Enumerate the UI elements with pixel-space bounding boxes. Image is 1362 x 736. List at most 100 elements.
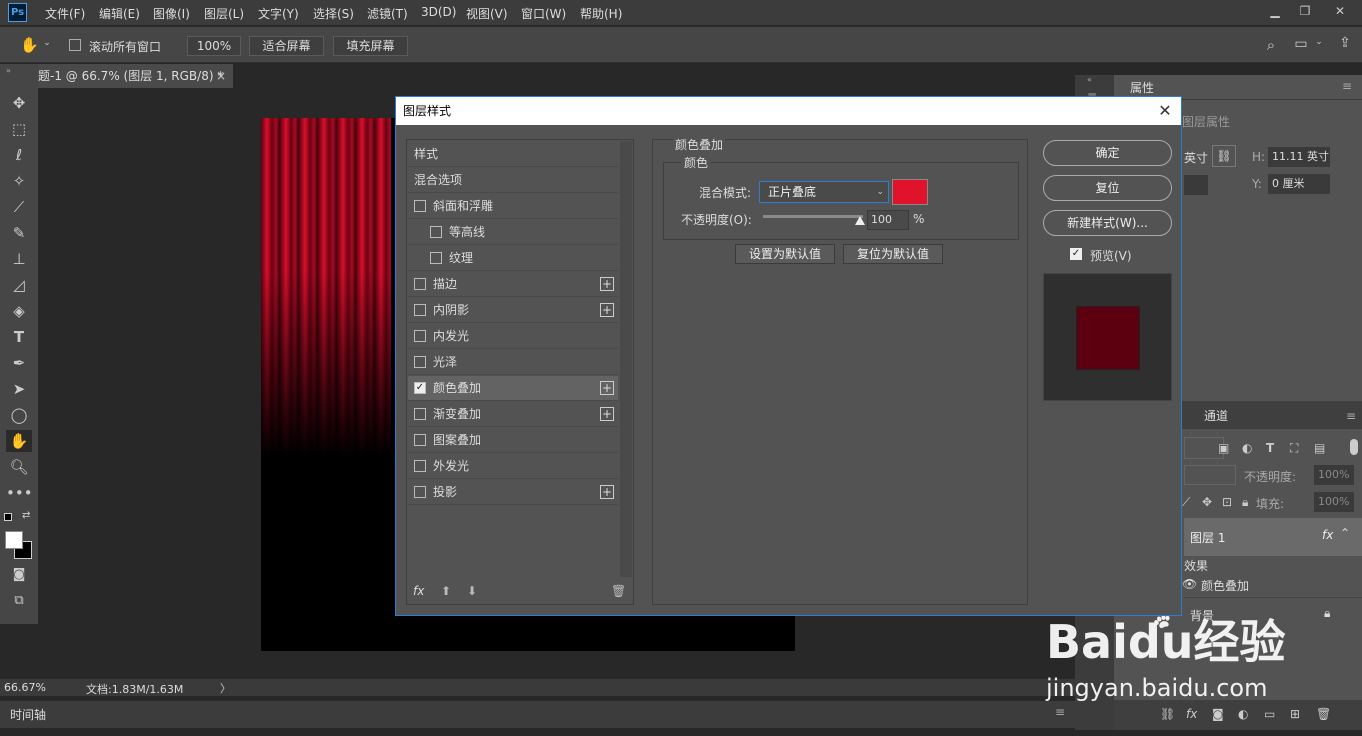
expand-effects-icon[interactable]: ⌃ — [1340, 526, 1350, 540]
menu-image[interactable]: 图像(I) — [153, 5, 190, 22]
style-checkbox[interactable] — [414, 486, 426, 498]
filter-shape-icon[interactable]: ⛶ — [1290, 441, 1298, 456]
style-item[interactable]: 纹理 — [408, 246, 618, 271]
workspace-chevron-icon[interactable]: ⌄ — [1314, 37, 1324, 47]
style-checkbox[interactable] — [414, 304, 426, 316]
foreground-color-swatch[interactable] — [5, 531, 23, 549]
quick-mask-icon[interactable]: ◙ — [6, 564, 32, 586]
style-item[interactable]: 等高线 — [408, 220, 618, 245]
blend-mode-select[interactable] — [1184, 465, 1236, 485]
style-checkbox[interactable] — [414, 330, 426, 342]
magic-wand-tool-icon[interactable]: ✧ — [6, 170, 32, 192]
fill-screen-button[interactable]: 填充屏幕 — [333, 36, 408, 56]
lock-all-icon[interactable]: 🔒︎ — [1242, 495, 1248, 510]
filter-pixel-icon[interactable]: ▣ — [1218, 441, 1229, 455]
minimize-icon[interactable]: ▁ — [1260, 0, 1290, 22]
filter-smart-icon[interactable]: ▤ — [1314, 441, 1325, 455]
link-dimensions-icon[interactable]: ⛓ — [1212, 145, 1236, 167]
path-select-tool-icon[interactable]: ➤ — [6, 378, 32, 400]
style-checkbox[interactable] — [430, 226, 442, 238]
screen-mode-icon[interactable]: ⧉ — [6, 590, 32, 612]
zoom-tool-icon[interactable]: 🔍︎ — [6, 456, 32, 478]
add-effect-plus-icon[interactable]: + — [600, 381, 614, 395]
effect-visibility-icon[interactable]: 👁︎ — [1182, 577, 1197, 591]
delete-layer-icon[interactable]: 🗑︎ — [1316, 707, 1331, 721]
add-effect-plus-icon[interactable]: + — [600, 407, 614, 421]
more-tools-icon[interactable]: ••• — [6, 482, 33, 504]
search-icon[interactable]: ⌕ — [1262, 36, 1280, 54]
x-field[interactable] — [1184, 175, 1208, 195]
layers-menu-icon[interactable]: ≡ — [1346, 409, 1356, 423]
dialog-close-icon[interactable]: ✕ — [1155, 97, 1175, 125]
effect-color-overlay[interactable]: 颜色叠加 — [1201, 577, 1249, 594]
new-style-button[interactable]: 新建样式(W)... — [1043, 210, 1172, 236]
ellipse-tool-icon[interactable]: ◯ — [6, 404, 32, 426]
move-up-icon[interactable]: ⬆ — [441, 584, 451, 598]
style-checkbox[interactable] — [414, 278, 426, 290]
style-item[interactable]: 内阴影 + — [408, 298, 618, 323]
ok-button[interactable]: 确定 — [1043, 140, 1172, 166]
y-field[interactable]: 0 厘米 — [1268, 174, 1330, 194]
filter-adjust-icon[interactable]: ◐ — [1242, 441, 1252, 455]
menu-layer[interactable]: 图层(L) — [204, 5, 244, 22]
link-layers-icon[interactable]: ⛓ — [1160, 707, 1175, 721]
add-style-icon[interactable]: fx — [1186, 707, 1197, 721]
marquee-tool-icon[interactable]: ⬚ — [6, 118, 32, 140]
hand-tool-active-icon[interactable]: ✋ — [6, 430, 32, 452]
menu-view[interactable]: 视图(V) — [466, 5, 508, 22]
new-layer-icon[interactable]: ⊞ — [1290, 707, 1300, 721]
menu-type[interactable]: 文字(Y) — [258, 5, 299, 22]
fill-field[interactable]: 100% — [1314, 492, 1354, 512]
style-item[interactable]: 投影 + — [408, 480, 618, 505]
menu-3d[interactable]: 3D(D) — [421, 5, 456, 19]
opacity-slider-thumb[interactable] — [855, 216, 865, 225]
style-item[interactable]: ✓ 颜色叠加 + — [408, 376, 618, 401]
menu-edit[interactable]: 编辑(E) — [99, 5, 140, 22]
lock-move-icon[interactable]: ✥ — [1202, 495, 1212, 509]
document-tab-close-icon[interactable]: × — [216, 64, 226, 88]
style-checkbox[interactable] — [430, 252, 442, 264]
add-mask-icon[interactable]: ◙ — [1212, 707, 1224, 721]
move-down-icon[interactable]: ⬇ — [467, 584, 477, 598]
pen-tool-icon[interactable]: ✒ — [6, 352, 32, 374]
brush-tool-icon[interactable]: ✎ — [6, 222, 32, 244]
style-item[interactable]: 内发光 — [408, 324, 618, 349]
scroll-all-checkbox[interactable] — [69, 39, 81, 51]
layer-row-layer1[interactable]: 图层 1 fx ⌃ — [1184, 518, 1362, 556]
status-zoom[interactable]: 66.67% — [4, 681, 46, 694]
style-item[interactable]: 渐变叠加 + — [408, 402, 618, 427]
lock-brush-icon[interactable]: ⟋ — [1182, 495, 1190, 510]
style-checkbox[interactable] — [414, 408, 426, 420]
style-item[interactable]: 外发光 — [408, 454, 618, 479]
workspace-icon[interactable]: ▭ — [1292, 36, 1310, 52]
add-effect-plus-icon[interactable]: + — [600, 277, 614, 291]
close-window-icon[interactable]: ✕ — [1325, 0, 1355, 22]
menu-filter[interactable]: 滤镜(T) — [367, 5, 408, 22]
style-item[interactable]: 图案叠加 — [408, 428, 618, 453]
layer-fx-icon[interactable]: fx — [1322, 528, 1333, 542]
lasso-tool-icon[interactable]: ℓ — [6, 144, 32, 166]
hand-tool-icon[interactable]: ✋ — [20, 36, 39, 54]
style-checkbox[interactable] — [414, 356, 426, 368]
overlay-color-swatch[interactable] — [892, 179, 928, 205]
style-checkbox[interactable]: ✓ — [414, 382, 426, 394]
style-item[interactable]: 斜面和浮雕 — [408, 194, 618, 219]
reset-default-button[interactable]: 复位为默认值 — [843, 244, 943, 264]
style-checkbox[interactable] — [414, 460, 426, 472]
style-item[interactable]: 描边 + — [408, 272, 618, 297]
expand-panels-icon[interactable]: « — [1087, 75, 1092, 84]
swap-colors-icon[interactable]: ⇄ — [22, 510, 30, 521]
properties-menu-icon[interactable]: ≡ — [1342, 79, 1352, 93]
style-list-scrollbar[interactable] — [620, 141, 632, 577]
blend-mode-select[interactable]: 正片叠底 ⌄ — [759, 181, 889, 203]
zoom-100-button[interactable]: 100% — [187, 36, 241, 56]
height-field[interactable]: 11.11 英寸 — [1268, 147, 1330, 167]
fit-screen-button[interactable]: 适合屏幕 — [249, 36, 324, 56]
layer-opacity-field[interactable]: 100% — [1314, 465, 1354, 485]
default-colors-icon[interactable] — [4, 513, 12, 521]
style-checkbox[interactable] — [414, 200, 426, 212]
style-checkbox[interactable] — [414, 434, 426, 446]
opacity-slider-track[interactable] — [763, 215, 863, 218]
opacity-input[interactable]: 100 — [867, 210, 909, 230]
menu-window[interactable]: 窗口(W) — [521, 5, 566, 22]
